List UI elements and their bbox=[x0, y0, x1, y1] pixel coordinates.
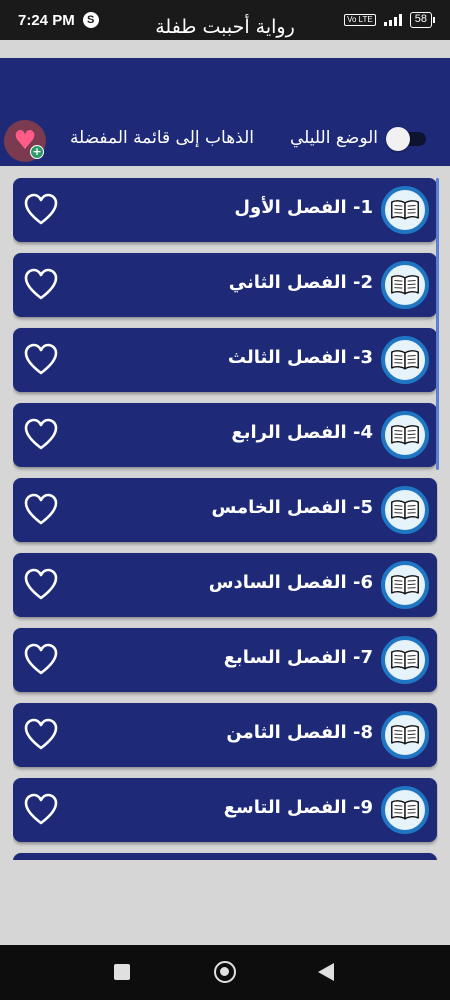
chapter-label: 5- الفصل الخامس bbox=[211, 497, 373, 518]
chapter-label: 9- الفصل التاسع bbox=[223, 797, 373, 818]
chapter-row[interactable]: 4- الفصل الرابع bbox=[13, 403, 437, 467]
chapter-label: 8- الفصل الثامن bbox=[226, 722, 373, 743]
heart-outline-icon[interactable] bbox=[23, 792, 59, 828]
open-book-icon bbox=[381, 411, 429, 459]
open-book-icon bbox=[381, 261, 429, 309]
chapter-row[interactable]: 9- الفصل التاسع bbox=[13, 778, 437, 842]
heart-outline-icon[interactable] bbox=[23, 642, 59, 678]
system-nav-bar bbox=[0, 945, 450, 1000]
toggle-knob bbox=[386, 127, 410, 151]
open-book-icon bbox=[381, 561, 429, 609]
heart-outline-icon[interactable] bbox=[23, 192, 59, 228]
app-bar bbox=[0, 58, 450, 166]
chapter-row[interactable]: 7- الفصل السابع bbox=[13, 628, 437, 692]
heart-outline-icon[interactable] bbox=[23, 267, 59, 303]
night-mode-toggle[interactable] bbox=[386, 126, 426, 152]
open-book-icon bbox=[381, 636, 429, 684]
night-mode-label: الوضع الليلي bbox=[289, 128, 378, 148]
heart-outline-icon[interactable] bbox=[23, 567, 59, 603]
chapter-row-partial[interactable] bbox=[13, 853, 437, 860]
heart-outline-icon[interactable] bbox=[23, 492, 59, 528]
app-title: رواية أحببت طفلة bbox=[155, 16, 295, 38]
chapter-label: 1- الفصل الأول bbox=[234, 197, 373, 218]
open-book-icon bbox=[381, 786, 429, 834]
top-gap bbox=[0, 40, 450, 58]
chapter-label: 7- الفصل السابع bbox=[223, 647, 373, 668]
chapter-label: 4- الفصل الرابع bbox=[231, 422, 373, 443]
plus-icon: + bbox=[30, 145, 44, 159]
chapter-row[interactable]: 2- الفصل الثاني bbox=[13, 253, 437, 317]
chapter-label: 3- الفصل الثالث bbox=[227, 347, 373, 368]
back-icon[interactable] bbox=[318, 963, 334, 981]
open-book-icon bbox=[381, 486, 429, 534]
recent-apps-icon[interactable] bbox=[114, 964, 130, 980]
scrollbar[interactable] bbox=[436, 178, 439, 470]
chapter-row[interactable]: 3- الفصل الثالث bbox=[13, 328, 437, 392]
chapter-row[interactable]: 6- الفصل السادس bbox=[13, 553, 437, 617]
chapter-row[interactable]: 1- الفصل الأول bbox=[13, 178, 437, 242]
open-book-icon bbox=[381, 711, 429, 759]
chapter-label: 2- الفصل الثاني bbox=[228, 272, 373, 293]
chapter-list[interactable]: 1- الفصل الأول 2- الفصل الثاني 3- الفصل ال… bbox=[13, 178, 438, 860]
open-book-icon bbox=[381, 336, 429, 384]
heart-outline-icon[interactable] bbox=[23, 342, 59, 378]
chapter-label: 6- الفصل السادس bbox=[208, 572, 373, 593]
open-book-icon bbox=[381, 186, 429, 234]
home-icon[interactable] bbox=[214, 961, 236, 983]
chapter-row[interactable]: 5- الفصل الخامس bbox=[13, 478, 437, 542]
chapter-row[interactable]: 8- الفصل الثامن bbox=[13, 703, 437, 767]
heart-outline-icon[interactable] bbox=[23, 417, 59, 453]
heart-plus-icon[interactable]: ♥ + bbox=[4, 120, 46, 162]
favorites-link[interactable]: الذهاب إلى قائمة المفضلة bbox=[70, 128, 254, 148]
heart-outline-icon[interactable] bbox=[23, 717, 59, 753]
